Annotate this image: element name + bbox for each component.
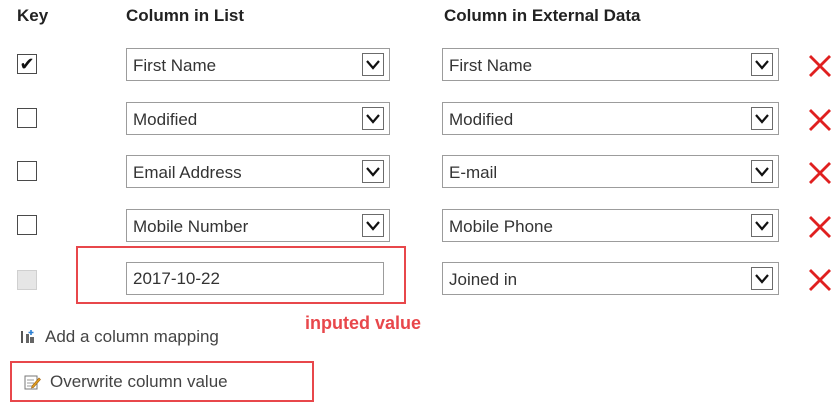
overwrite-column-value-link[interactable]: Overwrite column value [24,372,228,392]
external-column-select-row-1[interactable]: First Name [442,48,779,81]
key-checkbox-row-5 [17,270,37,290]
add-column-mapping-label: Add a column mapping [45,327,219,346]
external-column-select-row-4[interactable]: Mobile Phone [442,209,779,242]
external-column-select-row-2[interactable]: Modified [442,102,779,135]
key-checkbox-row-4[interactable] [17,215,37,235]
delete-mapping-button-row-5[interactable] [807,266,833,292]
list-column-select-row-2[interactable]: Modified [126,102,390,135]
overwrite-column-value-label: Overwrite column value [50,372,228,391]
chevron-down-icon [751,53,773,76]
red-x-icon [809,162,831,184]
red-x-icon [809,55,831,77]
chevron-down-icon [751,107,773,130]
delete-mapping-button-row-4[interactable] [807,213,833,239]
external-column-value: Joined in [449,270,518,289]
list-column-value: Email Address [133,163,242,182]
chevron-down-icon [751,267,773,290]
delete-mapping-button-row-2[interactable] [807,106,833,132]
list-column-select-row-1[interactable]: First Name [126,48,390,81]
chevron-down-icon [362,160,384,183]
add-column-icon [20,329,36,345]
key-checkbox-row-3[interactable] [17,161,37,181]
header-key: Key [17,6,49,25]
delete-mapping-button-row-1[interactable] [807,52,833,78]
external-column-value: Modified [449,110,514,129]
list-column-select-row-4[interactable]: Mobile Number [126,209,390,242]
key-checkbox-row-1[interactable]: ✔ [17,54,37,74]
external-column-value: E-mail [449,163,498,182]
delete-mapping-button-row-3[interactable] [807,159,833,185]
external-column-value: First Name [449,56,533,75]
header-column-in-external-data: Column in External Data [444,6,641,25]
red-x-icon [809,216,831,238]
red-x-icon [809,109,831,131]
key-checkbox-row-2[interactable] [17,108,37,128]
chevron-down-icon [362,53,384,76]
external-column-select-row-3[interactable]: E-mail [442,155,779,188]
list-column-value: Mobile Number [133,217,249,236]
list-column-value: First Name [133,56,217,75]
add-column-mapping-link[interactable]: Add a column mapping [20,327,219,347]
chevron-down-icon [362,214,384,237]
header-column-in-list: Column in List [126,6,245,25]
checkmark-icon: ✔ [19,53,35,74]
chevron-down-icon [751,214,773,237]
list-column-select-row-3[interactable]: Email Address [126,155,390,188]
external-column-value: Mobile Phone [449,217,553,236]
list-column-value: Modified [133,110,198,129]
red-x-icon [809,269,831,291]
chevron-down-icon [751,160,773,183]
input-highlight-box [76,246,406,304]
external-column-select-row-5[interactable]: Joined in [442,262,779,295]
inputed-value-annotation: inputed value [305,313,422,333]
edit-note-icon [24,374,41,391]
chevron-down-icon [362,107,384,130]
